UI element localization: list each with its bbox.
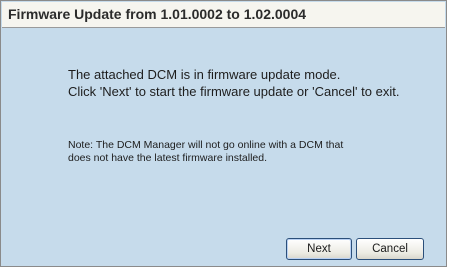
next-button[interactable]: Next	[286, 238, 352, 260]
main-message: The attached DCM is in firmware update m…	[68, 66, 399, 100]
note-text: Note: The DCM Manager will not go online…	[68, 139, 343, 165]
note-line-1: Note: The DCM Manager will not go online…	[68, 139, 344, 151]
note-line-2: does not have the latest firmware instal…	[68, 152, 268, 164]
message-line-1: The attached DCM is in firmware update m…	[68, 67, 341, 82]
title-bar: Firmware Update from 1.01.0002 to 1.02.0…	[2, 2, 445, 28]
dialog-content: The attached DCM is in firmware update m…	[2, 29, 445, 266]
firmware-update-dialog: Firmware Update from 1.01.0002 to 1.02.0…	[0, 0, 447, 267]
message-line-2: Click 'Next' to start the firmware updat…	[68, 84, 400, 99]
dialog-title: Firmware Update from 1.01.0002 to 1.02.0…	[8, 6, 307, 22]
cancel-button[interactable]: Cancel	[356, 238, 424, 260]
